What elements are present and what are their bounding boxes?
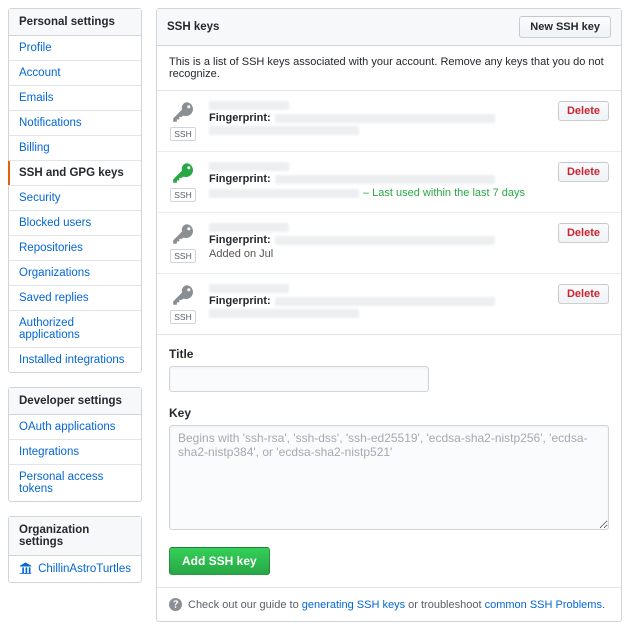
recent-use-text: – Last used within the last 7 days: [363, 187, 525, 199]
ssh-key-row: SSH Fingerprint: Added on Jul Delete: [157, 213, 621, 274]
sidebar-item[interactable]: Organizations: [9, 261, 141, 285]
delete-key-button[interactable]: Delete: [558, 223, 609, 243]
sidebar-section: Organization settingsChillinAstroTurtles: [8, 516, 142, 583]
sidebar-item[interactable]: Account: [9, 61, 141, 85]
delete-key-button[interactable]: Delete: [558, 101, 609, 121]
title-field-label: Title: [169, 347, 609, 361]
sidebar-item[interactable]: Blocked users: [9, 211, 141, 235]
main-content: SSH keys New SSH key This is a list of S…: [156, 8, 622, 636]
fingerprint-label: Fingerprint:: [209, 295, 271, 307]
key-field-label: Key: [169, 406, 609, 420]
sidebar-item[interactable]: Billing: [9, 136, 141, 160]
sidebar-item[interactable]: Personal access tokens: [9, 465, 141, 501]
panel-description: This is a list of SSH keys associated wi…: [157, 46, 621, 91]
settings-sidebar: Personal settingsProfileAccountEmailsNot…: [8, 8, 142, 636]
sidebar-item[interactable]: Profile: [9, 36, 141, 60]
question-icon: [169, 598, 182, 611]
added-on-text: Added on Jul: [209, 248, 273, 260]
sidebar-item[interactable]: Installed integrations: [9, 348, 141, 372]
sidebar-item[interactable]: OAuth applications: [9, 415, 141, 439]
generating-keys-link[interactable]: generating SSH keys: [302, 599, 405, 611]
sidebar-item[interactable]: Authorized applications: [9, 311, 141, 347]
panel-header: SSH keys New SSH key: [157, 9, 621, 46]
sidebar-item[interactable]: Emails: [9, 86, 141, 110]
key-icon: [172, 284, 194, 306]
fingerprint-label: Fingerprint:: [209, 173, 271, 185]
fingerprint-label: Fingerprint:: [209, 112, 271, 124]
key-icon: [172, 162, 194, 184]
ssh-key-row: SSH Fingerprint: Delete: [157, 274, 621, 334]
help-footer: Check out our guide to generating SSH ke…: [157, 587, 621, 621]
delete-key-button[interactable]: Delete: [558, 284, 609, 304]
ssh-key-row: SSH Fingerprint: Delete: [157, 91, 621, 152]
key-textarea[interactable]: [169, 425, 609, 530]
ssh-key-row: SSH Fingerprint: – Last used within the l…: [157, 152, 621, 213]
sidebar-section-title: Organization settings: [9, 517, 141, 556]
add-ssh-key-button[interactable]: Add SSH key: [169, 547, 270, 575]
sidebar-section: Personal settingsProfileAccountEmailsNot…: [8, 8, 142, 373]
sidebar-section-title: Personal settings: [9, 9, 141, 36]
ssh-badge: SSH: [170, 127, 195, 141]
sidebar-section-title: Developer settings: [9, 388, 141, 415]
ssh-badge: SSH: [170, 188, 195, 202]
sidebar-section: Developer settingsOAuth applicationsInte…: [8, 387, 142, 502]
panel-title: SSH keys: [167, 21, 219, 33]
ssh-problems-link[interactable]: common SSH Problems: [485, 599, 602, 611]
fingerprint-label: Fingerprint:: [209, 234, 271, 246]
add-key-form: Title Key Add SSH key: [157, 335, 621, 587]
ssh-badge: SSH: [170, 310, 195, 324]
key-icon: [172, 223, 194, 245]
sidebar-item[interactable]: SSH and GPG keys: [9, 161, 141, 185]
sidebar-item[interactable]: Repositories: [9, 236, 141, 260]
ssh-key-list: SSH Fingerprint: Delete SSH Fingerprint: – …: [157, 91, 621, 335]
organization-icon: [19, 562, 32, 576]
footer-text: Check out our guide to generating SSH ke…: [188, 599, 605, 611]
sidebar-item[interactable]: Security: [9, 186, 141, 210]
sidebar-item[interactable]: Notifications: [9, 111, 141, 135]
delete-key-button[interactable]: Delete: [558, 162, 609, 182]
sidebar-item[interactable]: ChillinAstroTurtles: [9, 556, 141, 582]
sidebar-item[interactable]: Integrations: [9, 440, 141, 464]
title-input[interactable]: [169, 366, 429, 392]
key-icon: [172, 101, 194, 123]
sidebar-item[interactable]: Saved replies: [9, 286, 141, 310]
ssh-badge: SSH: [170, 249, 195, 263]
new-ssh-key-button[interactable]: New SSH key: [519, 16, 611, 38]
ssh-keys-panel: SSH keys New SSH key This is a list of S…: [156, 8, 622, 622]
